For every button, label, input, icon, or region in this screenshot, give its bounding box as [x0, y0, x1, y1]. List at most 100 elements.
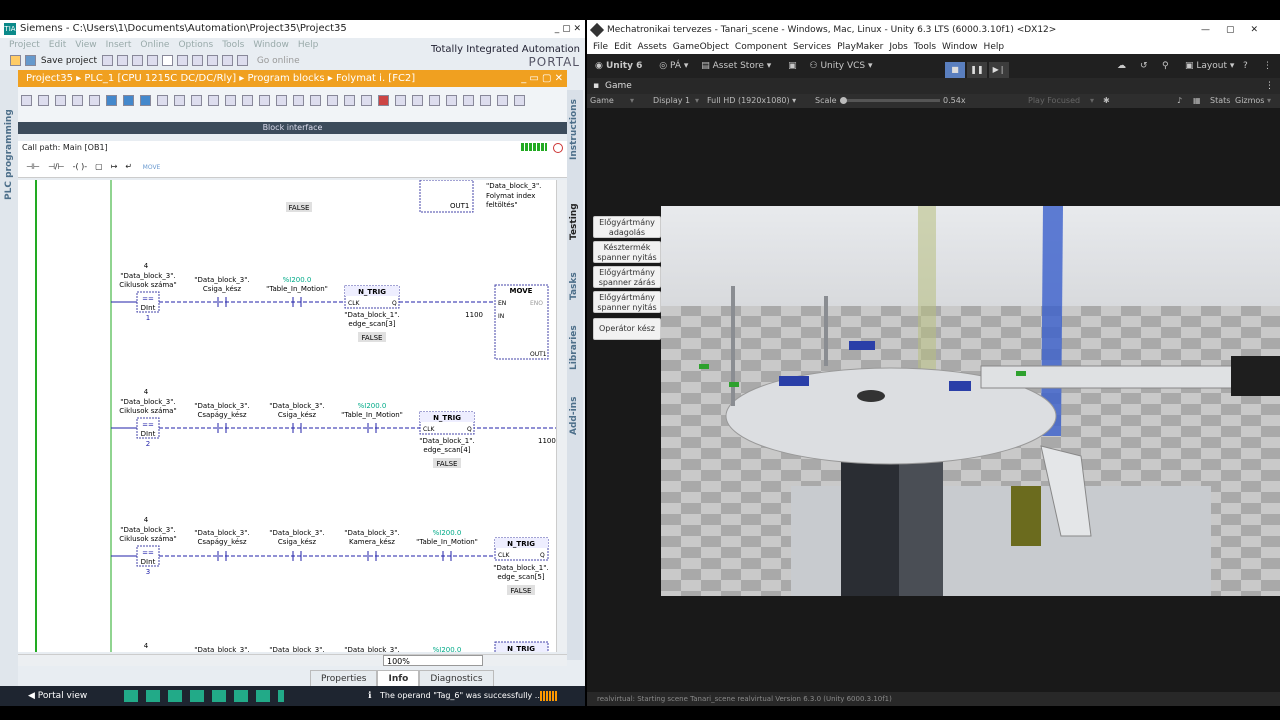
menu-edit[interactable]: Edit	[614, 42, 631, 52]
editor-tool-icon[interactable]	[72, 95, 83, 106]
menu-help[interactable]: Help	[984, 42, 1005, 52]
menu-help[interactable]: Help	[298, 40, 319, 50]
open-editors-icons[interactable]	[124, 690, 284, 702]
tab-libraries[interactable]: Libraries	[569, 325, 579, 370]
help-icon[interactable]: ?	[1243, 54, 1248, 78]
tab-menu-icon[interactable]: ⋮	[1265, 78, 1274, 94]
editor-tool-icon[interactable]	[89, 95, 100, 106]
portal-view-button[interactable]: ◀ Portal view	[28, 691, 87, 701]
move-block[interactable]	[494, 284, 549, 360]
button-operator-kesz[interactable]: Operátor kész	[593, 318, 661, 340]
menu-insert[interactable]: Insert	[106, 40, 132, 50]
editor-tool-icon[interactable]	[38, 95, 49, 106]
settings-icon[interactable]: ⋮	[1263, 54, 1272, 78]
game-tab[interactable]: ▪ Game ⋮	[587, 78, 1280, 94]
tia-window-controls[interactable]: _ ▢ ✕	[555, 20, 581, 38]
game-viewport[interactable]: Előgyártmány adagolás Késztermék spanner n…	[587, 108, 1280, 698]
editor-tool-icon[interactable]	[55, 95, 66, 106]
scale-slider-handle[interactable]	[840, 97, 847, 104]
delete-icon[interactable]	[161, 55, 173, 66]
editor-tool-icon[interactable]	[497, 95, 508, 106]
tab-add-ins[interactable]: Add-ins	[569, 397, 579, 435]
cloud-icon[interactable]: ☁	[1117, 54, 1126, 78]
tab-testing[interactable]: Testing	[569, 203, 579, 240]
redo-icon[interactable]	[191, 55, 203, 66]
history-icon[interactable]: ↺	[1140, 54, 1148, 78]
upload-icon[interactable]	[236, 55, 248, 66]
new-project-icon[interactable]	[10, 55, 21, 66]
menu-assets[interactable]: Assets	[638, 42, 667, 52]
vertical-scrollbar[interactable]	[556, 180, 567, 652]
print-icon[interactable]	[101, 55, 113, 66]
editor-tool-icon[interactable]	[123, 95, 134, 106]
editor-tool-icon[interactable]	[429, 95, 440, 106]
network-rung-2[interactable]: 4 "Data_block_3". Ciklusok száma" == DIn…	[111, 388, 556, 468]
step-button[interactable]: ▶❘	[989, 62, 1009, 78]
stop-icon[interactable]	[553, 143, 563, 153]
close-branch-icon[interactable]: ↵	[125, 162, 132, 171]
menu-window[interactable]: Window	[253, 40, 289, 50]
editor-tool-icon[interactable]	[276, 95, 287, 106]
editor-tool-icon[interactable]	[327, 95, 338, 106]
game-scene-render[interactable]	[661, 206, 1280, 596]
button-elogyartmany-adagolas[interactable]: Előgyártmány adagolás	[593, 216, 661, 238]
editor-tool-icon[interactable]	[344, 95, 355, 106]
editor-tool-icon[interactable]	[157, 95, 168, 106]
menu-gameobject[interactable]: GameObject	[673, 42, 729, 52]
zoom-select[interactable]: 100%	[383, 655, 483, 666]
paste-icon[interactable]	[146, 55, 158, 66]
audio-icon[interactable]: ♪	[1177, 94, 1182, 108]
undo-icon[interactable]	[176, 55, 188, 66]
menu-file[interactable]: File	[593, 42, 608, 52]
status-message[interactable]: The operand "Tag_6" was successfully ...	[380, 686, 542, 706]
editor-tool-icon[interactable]	[21, 95, 32, 106]
editor-tool-icon[interactable]	[378, 95, 389, 106]
save-icon[interactable]	[25, 55, 36, 66]
editor-tool-icon[interactable]	[174, 95, 185, 106]
editor-tool-icon[interactable]	[191, 95, 202, 106]
editor-tool-icon[interactable]	[293, 95, 304, 106]
block-interface-splitter[interactable]: Block interface	[18, 122, 567, 134]
save-project-button[interactable]: Save project	[41, 56, 97, 66]
editor-tool-icon[interactable]	[225, 95, 236, 106]
horizontal-scrollbar[interactable]: 100%	[18, 654, 567, 666]
play-button[interactable]: ■	[945, 62, 965, 78]
empty-box-icon[interactable]: ▢	[95, 162, 103, 171]
menu-online[interactable]: Online	[140, 40, 169, 50]
unity6-button[interactable]: ◉ Unity 6	[595, 61, 642, 71]
aspect-icon[interactable]: ▦	[1193, 94, 1201, 108]
menu-options[interactable]: Options	[178, 40, 213, 50]
asset-store-button[interactable]: ▤ Asset Store ▾	[701, 61, 771, 71]
menu-tools[interactable]: Tools	[222, 40, 244, 50]
account-button[interactable]: ◎ PÁ ▾	[659, 61, 688, 71]
search-icon[interactable]: ⚲	[1162, 54, 1169, 78]
ladder-editor[interactable]: FALSE OUT1 "Data_block_3". Folymat index…	[18, 180, 556, 652]
editor-tool-icon[interactable]	[242, 95, 253, 106]
editor-tool-icon[interactable]	[361, 95, 372, 106]
editor-tool-icon[interactable]	[259, 95, 270, 106]
tab-tasks[interactable]: Tasks	[569, 272, 579, 300]
menu-project[interactable]: Project	[9, 40, 40, 50]
go-online-button[interactable]: Go online	[257, 56, 300, 66]
menu-playmaker[interactable]: PlayMaker	[837, 42, 883, 52]
cut-icon[interactable]	[116, 55, 128, 66]
editor-tool-icon[interactable]	[480, 95, 491, 106]
menu-view[interactable]: View	[75, 40, 96, 50]
editor-tool-icon[interactable]	[463, 95, 474, 106]
editor-tool-icon[interactable]	[208, 95, 219, 106]
download-icon[interactable]	[221, 55, 233, 66]
menu-jobs[interactable]: Jobs	[889, 42, 908, 52]
menu-edit[interactable]: Edit	[49, 40, 66, 50]
button-elogyartmany-spanner-zaras[interactable]: Előgyártmány spanner zárás	[593, 266, 661, 288]
left-side-tab[interactable]: PLC programming	[0, 70, 18, 706]
open-branch-icon[interactable]: ↦	[111, 162, 118, 171]
editor-tool-icon[interactable]	[310, 95, 321, 106]
unity-window-controls[interactable]: —▢✕	[1201, 20, 1274, 40]
bug-icon[interactable]: ✱	[1103, 94, 1110, 108]
scale-slider[interactable]	[840, 99, 940, 102]
unity-console-status[interactable]: realvirtual: Starting scene Tanari_scene…	[587, 692, 1280, 706]
layout-dropdown[interactable]: ▣ Layout ▾	[1185, 54, 1234, 78]
editor-tool-icon[interactable]	[140, 95, 151, 106]
game-type-dropdown[interactable]: Game	[590, 94, 614, 108]
stats-button[interactable]: Stats	[1210, 94, 1230, 108]
